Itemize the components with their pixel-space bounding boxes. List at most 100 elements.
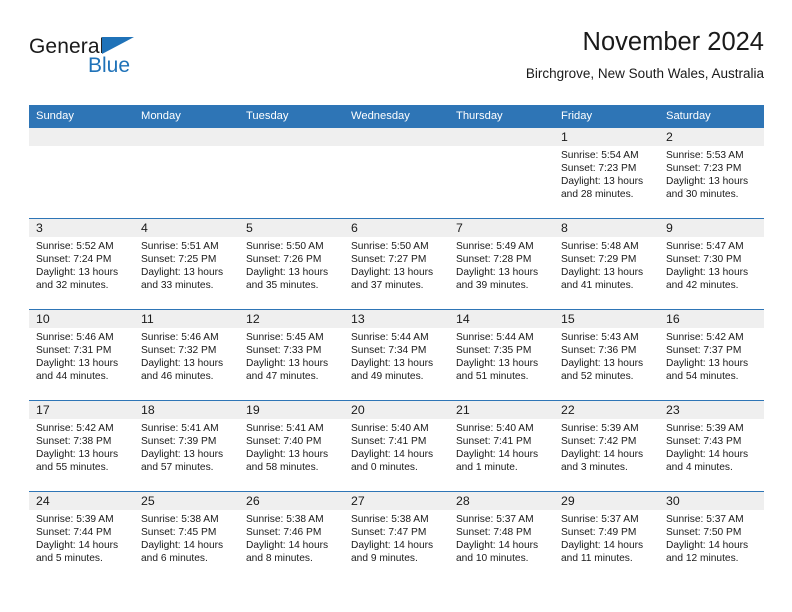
calendar-day-cell[interactable]: 8 Sunrise: 5:48 AM Sunset: 7:29 PM Daylight… — [554, 218, 659, 310]
sunset-text: Sunset: 7:50 PM — [666, 527, 742, 539]
calendar-day-cell[interactable]: 7 Sunrise: 5:49 AM Sunset: 7:28 PM Daylight… — [449, 218, 554, 310]
calendar-day-cell[interactable]: 13 Sunrise: 5:44 AM Sunset: 7:34 PM Dayligh… — [344, 309, 449, 401]
daylight-text: Daylight: 13 hours and 33 minutes. — [141, 267, 224, 292]
sunset-text: Sunset: 7:32 PM — [141, 345, 217, 357]
day-number: 26 — [239, 492, 344, 510]
sunset-text: Sunset: 7:39 PM — [141, 436, 217, 448]
sunset-text: Sunset: 7:29 PM — [561, 254, 637, 266]
daylight-text: Daylight: 14 hours and 4 minutes. — [666, 449, 749, 474]
calendar-day-cell[interactable]: 23 Sunrise: 5:39 AM Sunset: 7:43 PM Dayligh… — [659, 400, 764, 492]
day-number: 15 — [554, 310, 659, 328]
sunrise-text: Sunrise: 5:41 AM — [246, 423, 324, 434]
calendar-day-cell[interactable]: 21 Sunrise: 5:40 AM Sunset: 7:41 PM Dayligh… — [449, 400, 554, 492]
sunset-text: Sunset: 7:23 PM — [561, 163, 637, 175]
day-number: 9 — [659, 219, 764, 237]
calendar-day-cell[interactable]: 18 Sunrise: 5:41 AM Sunset: 7:39 PM Dayligh… — [134, 400, 239, 492]
sunrise-text: Sunrise: 5:50 AM — [351, 241, 429, 252]
day-cell-body: Sunrise: 5:43 AM Sunset: 7:36 PM Daylight:… — [554, 328, 659, 383]
day-cell-body: Sunrise: 5:40 AM Sunset: 7:41 PM Daylight:… — [449, 419, 554, 474]
day-cell-body: Sunrise: 5:50 AM Sunset: 7:26 PM Daylight:… — [239, 237, 344, 292]
calendar-day-cell[interactable]: 20 Sunrise: 5:40 AM Sunset: 7:41 PM Dayligh… — [344, 400, 449, 492]
page-subtitle: Birchgrove, New South Wales, Australia — [525, 66, 764, 82]
day-cell-body: Sunrise: 5:44 AM Sunset: 7:34 PM Daylight:… — [344, 328, 449, 383]
day-number — [449, 128, 554, 146]
calendar-day-cell[interactable]: 2 Sunrise: 5:53 AM Sunset: 7:23 PM Daylight… — [659, 127, 764, 219]
calendar-day-cell[interactable]: 17 Sunrise: 5:42 AM Sunset: 7:38 PM Dayligh… — [29, 400, 134, 492]
day-cell-inner: 8 Sunrise: 5:48 AM Sunset: 7:29 PM Daylight… — [554, 219, 659, 309]
calendar-day-cell[interactable]: 19 Sunrise: 5:41 AM Sunset: 7:40 PM Dayligh… — [239, 400, 344, 492]
calendar-day-cell[interactable]: 28 Sunrise: 5:37 AM Sunset: 7:48 PM Dayligh… — [449, 491, 554, 582]
day-number: 2 — [659, 128, 764, 146]
calendar-day-cell[interactable]: 5 Sunrise: 5:50 AM Sunset: 7:26 PM Daylight… — [239, 218, 344, 310]
calendar-day-cell[interactable]: 16 Sunrise: 5:42 AM Sunset: 7:37 PM Dayligh… — [659, 309, 764, 401]
day-number — [29, 128, 134, 146]
sunset-text: Sunset: 7:34 PM — [351, 345, 427, 357]
day-number: 29 — [554, 492, 659, 510]
day-cell-body: Sunrise: 5:38 AM Sunset: 7:47 PM Daylight:… — [344, 510, 449, 565]
day-cell-inner: 5 Sunrise: 5:50 AM Sunset: 7:26 PM Daylight… — [239, 219, 344, 309]
logo-triangle-icon — [102, 37, 134, 54]
day-cell-inner: 28 Sunrise: 5:37 AM Sunset: 7:48 PM Dayligh… — [449, 492, 554, 582]
calendar-day-cell[interactable]: 25 Sunrise: 5:38 AM Sunset: 7:45 PM Dayligh… — [134, 491, 239, 582]
day-cell-inner: 29 Sunrise: 5:37 AM Sunset: 7:49 PM Dayligh… — [554, 492, 659, 582]
day-number: 10 — [29, 310, 134, 328]
daylight-text: Daylight: 14 hours and 1 minute. — [456, 449, 539, 474]
calendar-day-cell[interactable]: 9 Sunrise: 5:47 AM Sunset: 7:30 PM Daylight… — [659, 218, 764, 310]
sunset-text: Sunset: 7:49 PM — [561, 527, 637, 539]
calendar-day-cell[interactable]: 24 Sunrise: 5:39 AM Sunset: 7:44 PM Dayligh… — [29, 491, 134, 582]
sunset-text: Sunset: 7:42 PM — [561, 436, 637, 448]
sunrise-text: Sunrise: 5:37 AM — [561, 514, 639, 525]
sunset-text: Sunset: 7:43 PM — [666, 436, 742, 448]
calendar-day-cell[interactable]: 3 Sunrise: 5:52 AM Sunset: 7:24 PM Daylight… — [29, 218, 134, 310]
day-number: 28 — [449, 492, 554, 510]
calendar-day-cell[interactable]: 22 Sunrise: 5:39 AM Sunset: 7:42 PM Dayligh… — [554, 400, 659, 492]
general-blue-logo[interactable]: General Blue — [29, 36, 229, 84]
sunrise-text: Sunrise: 5:40 AM — [351, 423, 429, 434]
day-number: 18 — [134, 401, 239, 419]
title-block: November 2024 Birchgrove, New South Wale… — [526, 28, 764, 82]
day-number — [344, 128, 449, 146]
day-cell-body: Sunrise: 5:38 AM Sunset: 7:45 PM Daylight:… — [134, 510, 239, 565]
logo-text-blue: Blue — [88, 54, 131, 77]
calendar-day-cell[interactable]: 30 Sunrise: 5:37 AM Sunset: 7:50 PM Dayligh… — [659, 491, 764, 582]
sunset-text: Sunset: 7:40 PM — [246, 436, 322, 448]
sunrise-text: Sunrise: 5:52 AM — [36, 241, 114, 252]
day-cell-inner: 22 Sunrise: 5:39 AM Sunset: 7:42 PM Dayligh… — [554, 401, 659, 491]
calendar-day-cell[interactable]: 1 Sunrise: 5:54 AM Sunset: 7:23 PM Daylight… — [554, 127, 659, 219]
daylight-text: Daylight: 14 hours and 3 minutes. — [561, 449, 644, 474]
calendar-day-cell[interactable]: 14 Sunrise: 5:44 AM Sunset: 7:35 PM Dayligh… — [449, 309, 554, 401]
calendar-day-cell[interactable]: 27 Sunrise: 5:38 AM Sunset: 7:47 PM Dayligh… — [344, 491, 449, 582]
day-cell-body: Sunrise: 5:50 AM Sunset: 7:27 PM Daylight:… — [344, 237, 449, 292]
sunrise-text: Sunrise: 5:45 AM — [246, 332, 324, 343]
day-number — [134, 128, 239, 146]
daylight-text: Daylight: 13 hours and 35 minutes. — [246, 267, 329, 292]
calendar-day-cell[interactable]: 11 Sunrise: 5:46 AM Sunset: 7:32 PM Dayligh… — [134, 309, 239, 401]
calendar-day-cell[interactable]: 12 Sunrise: 5:45 AM Sunset: 7:33 PM Dayligh… — [239, 309, 344, 401]
day-cell-body: Sunrise: 5:52 AM Sunset: 7:24 PM Daylight:… — [29, 237, 134, 292]
day-cell-body: Sunrise: 5:41 AM Sunset: 7:39 PM Daylight:… — [134, 419, 239, 474]
day-cell-inner: 4 Sunrise: 5:51 AM Sunset: 7:25 PM Daylight… — [134, 219, 239, 309]
calendar-day-cell[interactable]: 15 Sunrise: 5:43 AM Sunset: 7:36 PM Dayligh… — [554, 309, 659, 401]
sunrise-text: Sunrise: 5:54 AM — [561, 150, 639, 161]
daylight-text: Daylight: 13 hours and 37 minutes. — [351, 267, 434, 292]
calendar-day-cell[interactable]: 10 Sunrise: 5:46 AM Sunset: 7:31 PM Dayligh… — [29, 309, 134, 401]
daylight-text: Daylight: 14 hours and 12 minutes. — [666, 540, 749, 565]
daylight-text: Daylight: 13 hours and 44 minutes. — [36, 358, 119, 383]
sunset-text: Sunset: 7:36 PM — [561, 345, 637, 357]
day-number: 19 — [239, 401, 344, 419]
calendar-day-cell[interactable]: 6 Sunrise: 5:50 AM Sunset: 7:27 PM Daylight… — [344, 218, 449, 310]
day-cell-inner: 14 Sunrise: 5:44 AM Sunset: 7:35 PM Dayligh… — [449, 310, 554, 400]
calendar-day-cell[interactable]: 29 Sunrise: 5:37 AM Sunset: 7:49 PM Dayligh… — [554, 491, 659, 582]
day-number: 13 — [344, 310, 449, 328]
daylight-text: Daylight: 13 hours and 46 minutes. — [141, 358, 224, 383]
day-number — [239, 128, 344, 146]
calendar-day-cell[interactable]: 4 Sunrise: 5:51 AM Sunset: 7:25 PM Daylight… — [134, 218, 239, 310]
calendar-week-row: 24 Sunrise: 5:39 AM Sunset: 7:44 PM Dayligh… — [29, 491, 764, 582]
day-cell-body: Sunrise: 5:37 AM Sunset: 7:50 PM Daylight:… — [659, 510, 764, 565]
daylight-text: Daylight: 14 hours and 9 minutes. — [351, 540, 434, 565]
sunrise-text: Sunrise: 5:40 AM — [456, 423, 534, 434]
calendar-day-cell[interactable]: 26 Sunrise: 5:38 AM Sunset: 7:46 PM Dayligh… — [239, 491, 344, 582]
page-header: General Blue November 2024 Birchgrove, N… — [29, 28, 764, 98]
sunset-text: Sunset: 7:30 PM — [666, 254, 742, 266]
day-cell-inner: 15 Sunrise: 5:43 AM Sunset: 7:36 PM Dayligh… — [554, 310, 659, 400]
